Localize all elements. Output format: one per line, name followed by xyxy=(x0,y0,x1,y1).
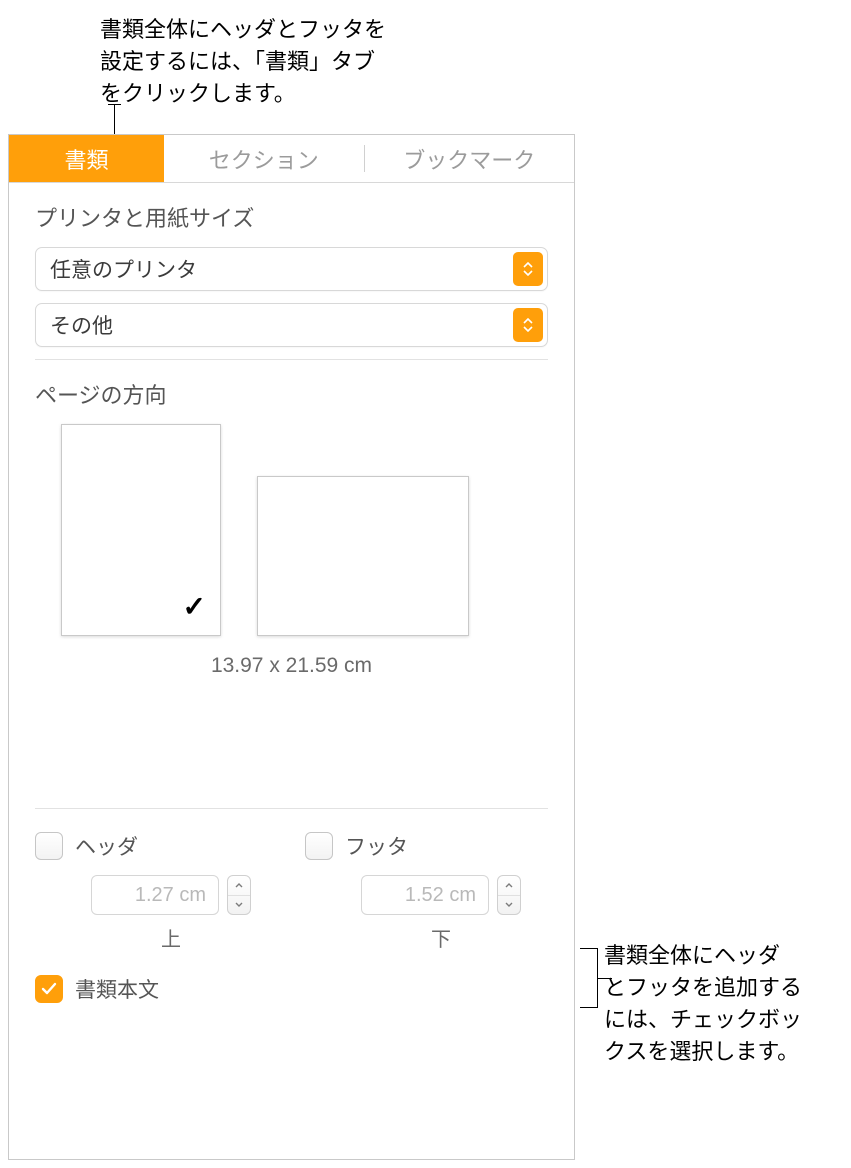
document-body-checkbox[interactable] xyxy=(35,975,63,1003)
footer-margin-stepper-buttons xyxy=(497,875,521,915)
document-body-row: 書類本文 xyxy=(9,952,574,1004)
header-column: ヘッダ 1.27 cm 上 xyxy=(35,831,275,952)
inspector-tabs: 書類 セクション ブックマーク xyxy=(9,135,574,183)
printer-paper-title: プリンタと用紙サイズ xyxy=(35,201,548,233)
checkmark-icon xyxy=(41,982,57,996)
orientation-title: ページの方向 xyxy=(35,378,548,410)
footer-margin-field[interactable]: 1.52 cm xyxy=(361,875,489,915)
chevron-up-icon xyxy=(235,883,243,888)
footer-column: フッタ 1.52 cm 下 xyxy=(305,831,545,952)
footer-margin-caption: 下 xyxy=(431,923,451,952)
printer-popup[interactable]: 任意のプリンタ xyxy=(35,247,548,291)
header-checkbox-row: ヘッダ xyxy=(35,831,275,861)
footer-margin-value: 1.52 cm xyxy=(405,884,476,907)
orientation-portrait[interactable]: ✓ xyxy=(61,424,221,636)
printer-paper-section: プリンタと用紙サイズ 任意のプリンタ その他 xyxy=(9,183,574,347)
orientation-section: ページの方向 xyxy=(9,360,574,410)
tab-document[interactable]: 書類 xyxy=(9,135,164,182)
footer-checkbox-row: フッタ xyxy=(305,831,545,861)
checkmark-icon: ✓ xyxy=(183,590,206,623)
popup-arrows-icon xyxy=(513,252,543,286)
callout-right-bracket xyxy=(580,948,598,1008)
footer-margin-down[interactable] xyxy=(498,896,520,915)
header-margin-stepper-wrap: 1.27 cm 上 xyxy=(87,875,255,952)
chevron-up-icon xyxy=(505,883,513,888)
document-inspector-panel: 書類 セクション ブックマーク プリンタと用紙サイズ 任意のプリンタ その他 xyxy=(8,134,575,1160)
popup-arrows-icon xyxy=(513,308,543,342)
chevron-down-icon xyxy=(235,902,243,907)
chevron-down-icon xyxy=(505,902,513,907)
orientation-options: ✓ xyxy=(9,424,574,636)
footer-label: フッタ xyxy=(345,831,408,861)
callout-right: 書類全体にヘッダ とフッタを追加する には、チェックボッ クスを選択します。 xyxy=(604,940,844,1068)
callout-right-text: 書類全体にヘッダ とフッタを追加する には、チェックボッ クスを選択します。 xyxy=(604,943,802,1064)
header-margin-up[interactable] xyxy=(228,876,250,896)
paper-size-popup-value: その他 xyxy=(50,310,113,340)
tab-bookmark[interactable]: ブックマーク xyxy=(365,135,574,182)
header-checkbox[interactable] xyxy=(35,832,63,860)
header-label: ヘッダ xyxy=(75,831,138,861)
footer-margin-stepper-wrap: 1.52 cm 下 xyxy=(357,875,525,952)
footer-margin-stepper: 1.52 cm xyxy=(361,875,521,915)
footer-margin-up[interactable] xyxy=(498,876,520,896)
tab-section-label: セクション xyxy=(209,143,319,175)
callout-top-text: 書類全体にヘッダとフッタを 設定するには、「書類」タブ をクリックします。 xyxy=(100,17,386,106)
header-margin-stepper: 1.27 cm xyxy=(91,875,251,915)
callout-top: 書類全体にヘッダとフッタを 設定するには、「書類」タブ をクリックします。 xyxy=(100,14,386,110)
tab-bookmark-label: ブックマーク xyxy=(403,143,535,175)
header-margin-caption: 上 xyxy=(161,923,181,952)
printer-popup-value: 任意のプリンタ xyxy=(50,254,197,284)
orientation-landscape[interactable] xyxy=(257,476,469,636)
tab-section[interactable]: セクション xyxy=(164,135,364,182)
header-margin-field[interactable]: 1.27 cm xyxy=(91,875,219,915)
header-margin-down[interactable] xyxy=(228,896,250,915)
page-dimensions: 13.97 x 21.59 cm xyxy=(9,654,574,678)
header-margin-value: 1.27 cm xyxy=(135,884,206,907)
footer-checkbox[interactable] xyxy=(305,832,333,860)
document-body-label: 書類本文 xyxy=(75,974,159,1004)
header-margin-stepper-buttons xyxy=(227,875,251,915)
header-footer-row: ヘッダ 1.27 cm 上 xyxy=(9,809,574,952)
paper-size-popup[interactable]: その他 xyxy=(35,303,548,347)
tab-document-label: 書類 xyxy=(64,143,108,175)
